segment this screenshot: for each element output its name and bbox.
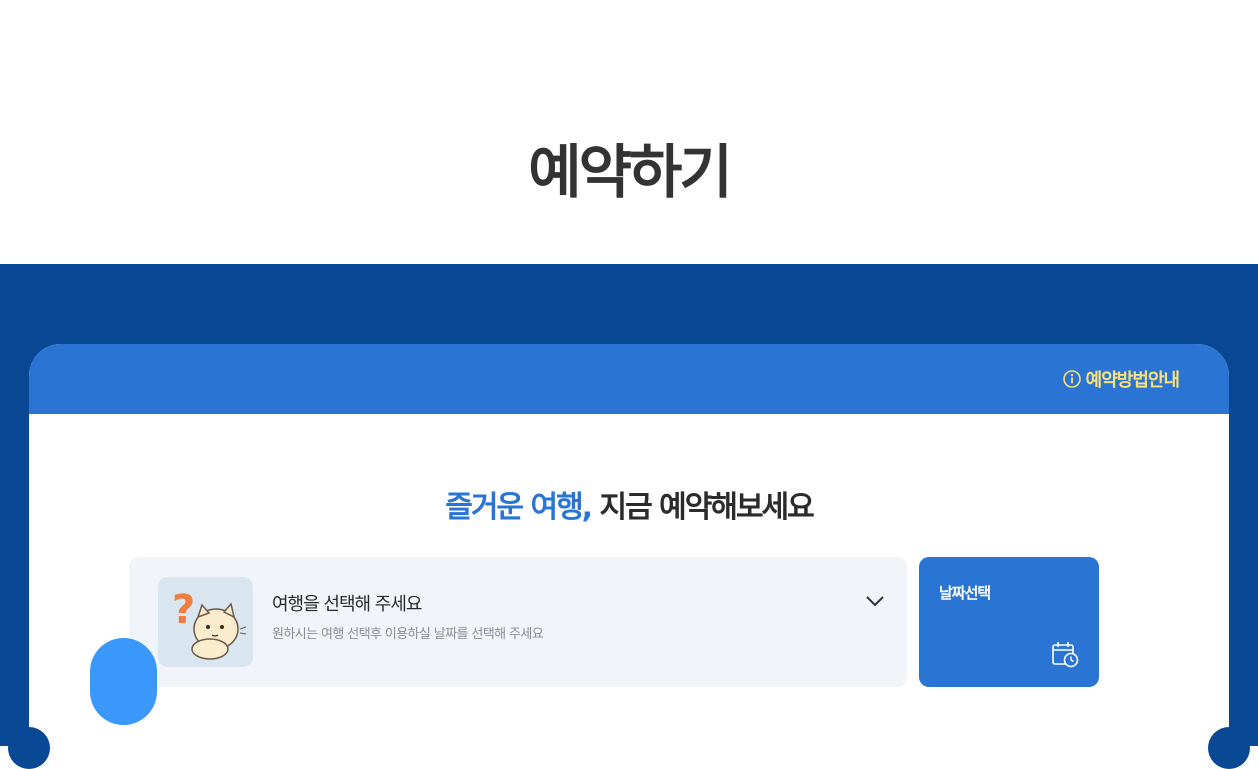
reservation-guide-link[interactable]: 예약방법안내: [1062, 366, 1180, 392]
card-corner-right: [1208, 727, 1250, 769]
question-cat-icon: ?: [158, 577, 253, 667]
headline: 즐거운 여행, 지금 예약해보세요: [29, 488, 1229, 528]
trip-select-dropdown[interactable]: ? 여행을 선택해 주세요 원하시는 여행 선택후 이용하실 날짜를 선택해 주…: [129, 557, 907, 687]
chevron-down-icon: [865, 593, 885, 607]
reservation-card: 예약방법안내 즐거운 여행, 지금 예약해보세요 ? 여행을 선택해 주세요 원…: [29, 344, 1229, 764]
floating-action-button[interactable]: [90, 638, 157, 725]
info-circle-icon: [1062, 370, 1081, 388]
calendar-clock-icon: [1051, 640, 1079, 668]
svg-text:?: ?: [172, 587, 195, 633]
date-select-label: 날짜선택: [939, 584, 991, 602]
headline-text: 지금 예약해보세요: [599, 490, 815, 525]
card-header: 예약방법안내: [29, 344, 1229, 414]
trip-select-subtitle: 원하시는 여행 선택후 이용하실 날짜를 선택해 주세요: [272, 627, 544, 642]
guide-link-label: 예약방법안내: [1085, 370, 1180, 391]
card-corner-left: [8, 727, 50, 769]
trip-select-title: 여행을 선택해 주세요: [272, 594, 422, 615]
page-title: 예약하기: [528, 137, 732, 206]
date-select-button[interactable]: 날짜선택: [919, 557, 1099, 687]
headline-highlight: 즐거운 여행,: [445, 490, 593, 525]
